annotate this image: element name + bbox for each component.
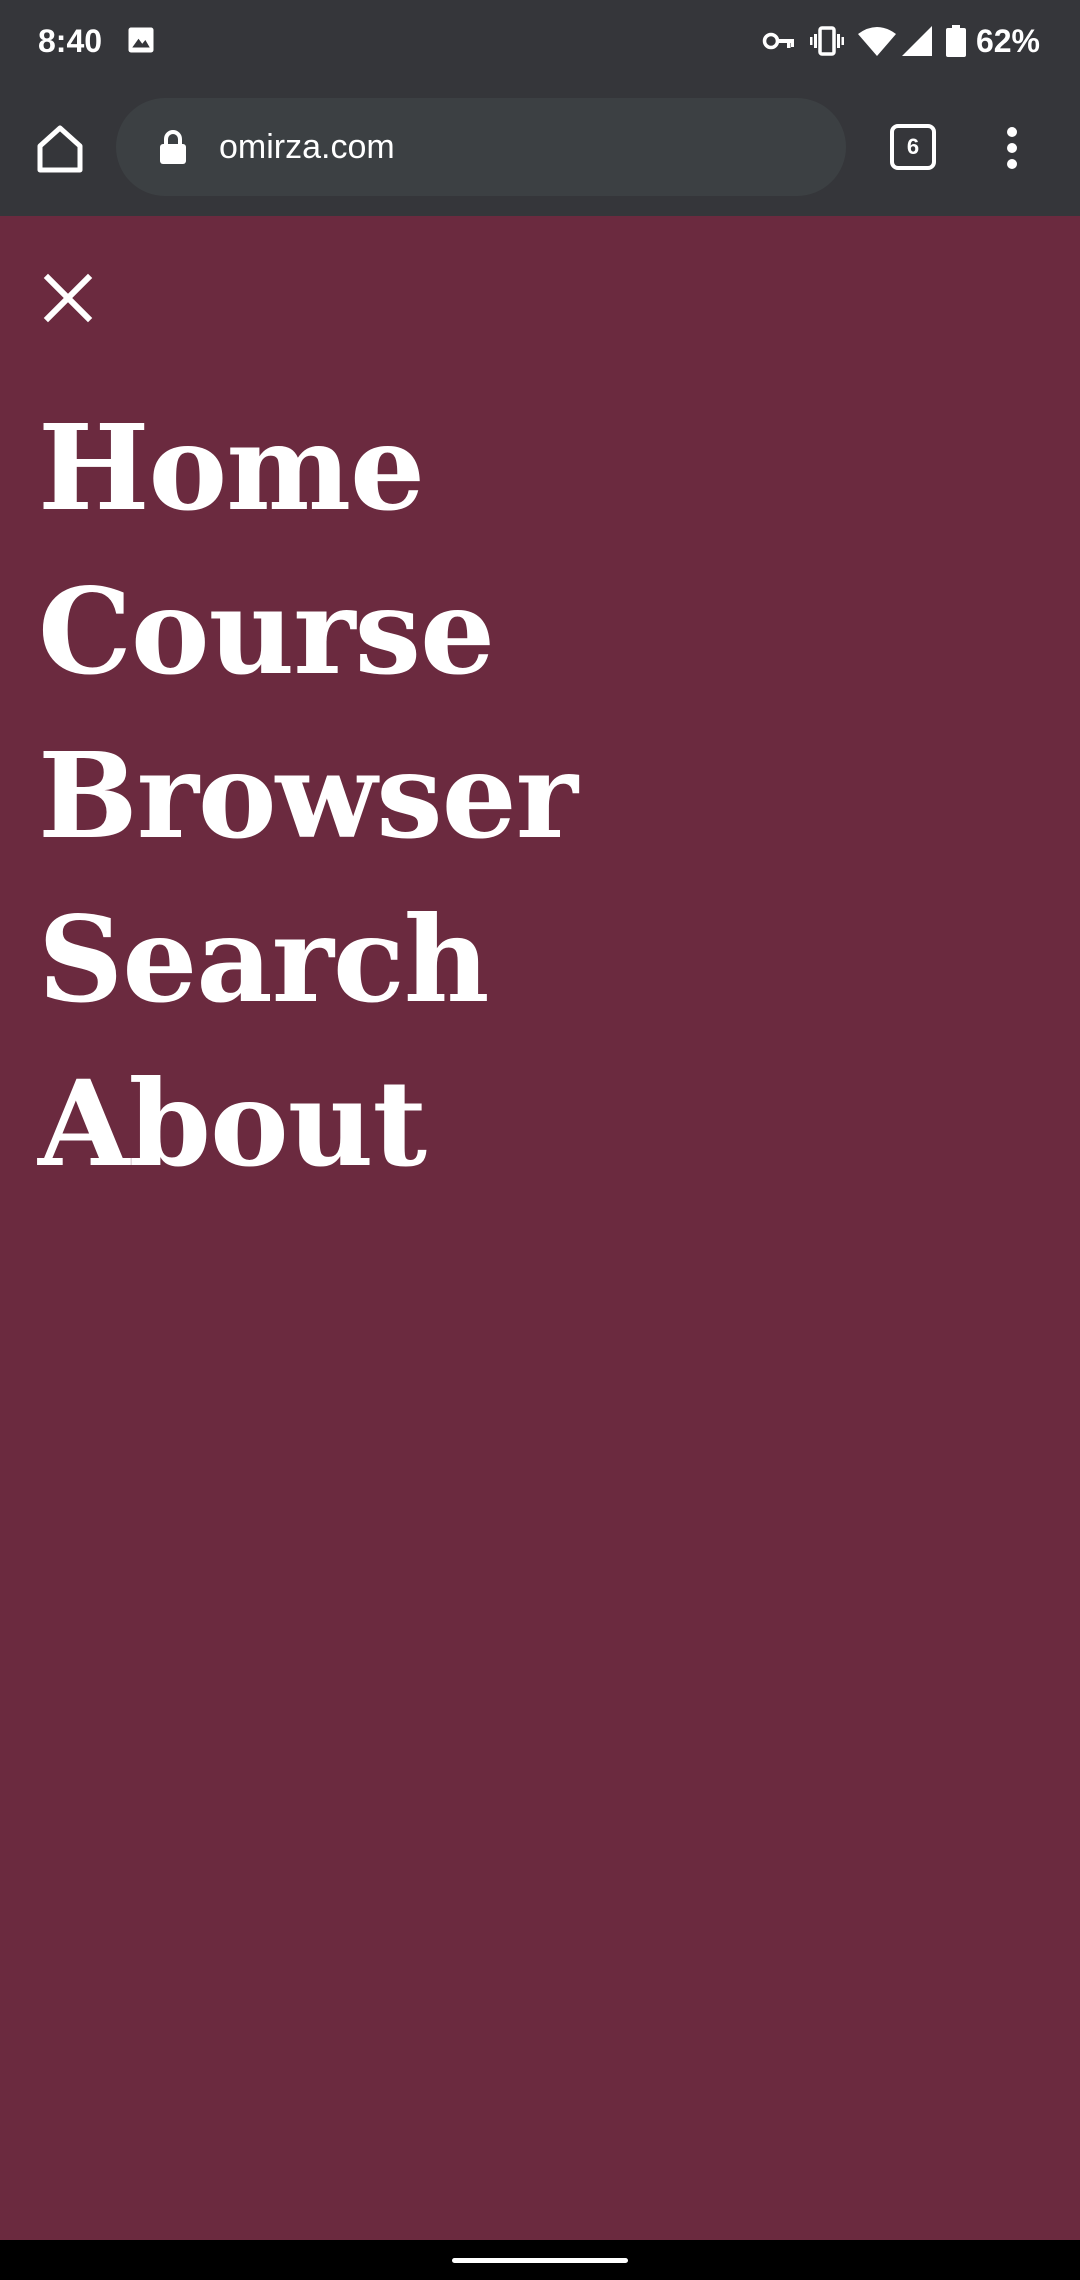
signal-icon <box>901 26 932 56</box>
url-text[interactable]: omirza.com <box>219 122 395 172</box>
battery-percent: 62% <box>975 22 1040 59</box>
browser-toolbar: omirza.com 6 <box>0 82 1080 216</box>
system-nav-bar <box>0 2240 1080 2280</box>
nav-item-home[interactable]: Home <box>38 386 577 550</box>
status-time: 8:40 <box>38 23 103 59</box>
wifi-icon <box>857 27 896 56</box>
tab-switcher-button[interactable]: 6 <box>890 124 936 170</box>
lock-icon <box>160 130 186 164</box>
nav-item-about[interactable]: About <box>38 1042 577 1206</box>
url-bar[interactable]: omirza.com <box>116 98 846 196</box>
nav-item-browser[interactable]: Browser <box>38 714 578 878</box>
key-icon <box>762 32 794 50</box>
status-icons: 62% <box>748 19 1040 63</box>
battery-icon <box>945 25 966 57</box>
gesture-handle[interactable] <box>452 2258 628 2263</box>
close-icon[interactable] <box>42 272 94 324</box>
vibrate-icon <box>809 26 844 56</box>
nav-menu: Home Course Browser Search About <box>38 386 578 1206</box>
nav-item-course[interactable]: Course <box>38 550 577 714</box>
nav-item-search[interactable]: Search <box>38 878 577 1042</box>
overflow-menu-icon[interactable] <box>988 118 1036 178</box>
nav-overlay: Home Course Browser Search About <box>0 216 1080 2240</box>
home-icon[interactable] <box>30 118 90 178</box>
gallery-icon <box>128 27 154 53</box>
status-bar: 8:40 62% <box>0 0 1080 82</box>
